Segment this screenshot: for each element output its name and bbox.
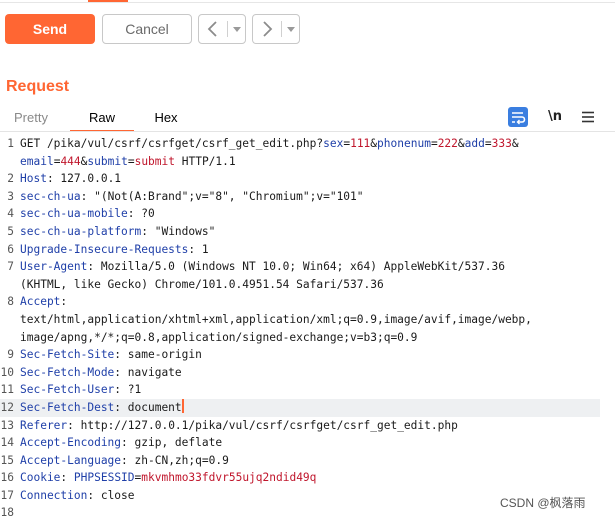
line-text: image/apng,*/*;q=0.8,application/signed-…: [20, 330, 418, 344]
previous-request-button[interactable]: [198, 14, 246, 44]
raw-request-editor[interactable]: 1 GET /pika/vul/csrf/csrfget/csrf_get_ed…: [0, 135, 600, 520]
line-text: Sec-Fetch-Dest: document: [20, 398, 184, 414]
line-text: Cookie: PHPSESSID=mkvmhmo33fdvr55ujq2ndi…: [20, 471, 317, 485]
editor-line: 14 Accept-Encoding: gzip, deflate: [0, 434, 600, 452]
line-number: 5: [7, 224, 14, 238]
editor-line: 6 Upgrade-Insecure-Requests: 1: [0, 241, 600, 259]
line-number: 3: [7, 189, 14, 203]
editor-line: 5 sec-ch-ua-platform: "Windows": [0, 223, 600, 241]
editor-line: 3 sec-ch-ua: "(Not(A:Brand";v="8", "Chro…: [0, 188, 600, 206]
editor-line: 16 Cookie: PHPSESSID=mkvmhmo33fdvr55ujq2…: [0, 469, 600, 487]
panel-title: Request: [6, 78, 70, 95]
line-text: User-Agent: Mozilla/5.0 (Windows NT 10.0…: [20, 260, 505, 274]
editor-line: 10 Sec-Fetch-Mode: navigate: [0, 364, 600, 382]
line-number: 11: [0, 383, 14, 397]
editor-line: 11 Sec-Fetch-User: ?1: [0, 381, 600, 399]
next-request-button[interactable]: [252, 14, 300, 44]
hamburger-menu-icon[interactable]: [578, 107, 598, 127]
editor-line: text/html,application/xhtml+xml,applicat…: [0, 311, 600, 329]
editor-line: email=444&submit=submit HTTP/1.1: [0, 153, 600, 171]
line-text: sec-ch-ua-platform: "Windows": [20, 224, 216, 238]
line-number: 17: [0, 488, 14, 502]
tab-raw[interactable]: Raw: [70, 106, 134, 132]
editor-line: 2 Host: 127.0.0.1: [0, 170, 600, 188]
line-text: Connection: close: [20, 488, 135, 502]
line-text: text/html,application/xhtml+xml,applicat…: [20, 312, 532, 326]
line-text: Accept-Language: zh-CN,zh;q=0.9: [20, 453, 229, 467]
show-newlines-toggle[interactable]: \n: [545, 107, 565, 127]
line-text: Sec-Fetch-Mode: navigate: [20, 365, 182, 379]
editor-line: 8 Accept:: [0, 293, 600, 311]
line-text: Sec-Fetch-User: ?1: [20, 383, 142, 397]
editor-line: 4 sec-ch-ua-mobile: ?0: [0, 205, 600, 223]
divider: [227, 21, 228, 37]
editor-line: (KHTML, like Gecko) Chrome/101.0.4951.54…: [0, 276, 600, 294]
editor-line: 13 Referer: http://127.0.0.1/pika/vul/cs…: [0, 417, 600, 435]
divider: [0, 131, 615, 132]
line-number: 4: [7, 207, 14, 221]
chevron-right-icon: [263, 21, 273, 37]
line-number: 18: [0, 506, 14, 520]
line-number: 16: [0, 471, 14, 485]
line-number: 6: [7, 242, 14, 256]
line-text: email=444&submit=submit HTTP/1.1: [20, 154, 236, 168]
line-number: 8: [7, 295, 14, 309]
text-cursor: [181, 398, 184, 413]
line-text: Accept:: [20, 295, 68, 309]
line-number: 15: [0, 453, 14, 467]
cancel-button[interactable]: Cancel: [102, 14, 192, 44]
line-number: 7: [7, 260, 14, 274]
editor-line: 9 Sec-Fetch-Site: same-origin: [0, 346, 600, 364]
line-number: 1: [7, 137, 14, 150]
wrap-lines-icon[interactable]: [508, 107, 528, 127]
line-text: (KHTML, like Gecko) Chrome/101.0.4951.54…: [20, 277, 384, 291]
line-number: 14: [0, 436, 14, 450]
line-text: Referer: http://127.0.0.1/pika/vul/csrf/…: [20, 418, 458, 432]
line-number: 2: [7, 172, 14, 186]
line-number: 9: [7, 348, 14, 362]
editor-line: image/apng,*/*;q=0.8,application/signed-…: [0, 329, 600, 347]
tab-pretty[interactable]: Pretty: [0, 106, 62, 132]
line-number: 13: [0, 418, 14, 432]
divider: [281, 21, 282, 37]
divider: [0, 2, 615, 3]
line-text: sec-ch-ua: "(Not(A:Brand";v="8", "Chromi…: [20, 189, 364, 203]
chevron-down-icon[interactable]: [229, 15, 245, 43]
toolbar: Send Cancel: [0, 0, 615, 62]
editor-line: 15 Accept-Language: zh-CN,zh;q=0.9: [0, 452, 600, 470]
line-text: Sec-Fetch-Site: same-origin: [20, 348, 202, 362]
tab-hex[interactable]: Hex: [140, 106, 192, 132]
watermark: CSDN @枫落雨: [500, 496, 586, 510]
line-text: Host: 127.0.0.1: [20, 172, 122, 186]
editor-line: 1 GET /pika/vul/csrf/csrfget/csrf_get_ed…: [0, 135, 600, 153]
line-text: Accept-Encoding: gzip, deflate: [20, 436, 223, 450]
line-text: sec-ch-ua-mobile: ?0: [20, 207, 155, 221]
editor-line-current: 12 Sec-Fetch-Dest: document: [0, 398, 600, 417]
send-button[interactable]: Send: [5, 14, 95, 44]
line-text: Upgrade-Insecure-Requests: 1: [20, 242, 209, 256]
line-number: 10: [0, 365, 14, 379]
line-number: 12: [0, 400, 14, 414]
chevron-down-icon[interactable]: [283, 15, 299, 43]
editor-line: 7 User-Agent: Mozilla/5.0 (Windows NT 10…: [0, 258, 600, 276]
line-text: GET /pika/vul/csrf/csrfget/csrf_get_edit…: [20, 137, 519, 150]
chevron-left-icon: [207, 21, 217, 37]
